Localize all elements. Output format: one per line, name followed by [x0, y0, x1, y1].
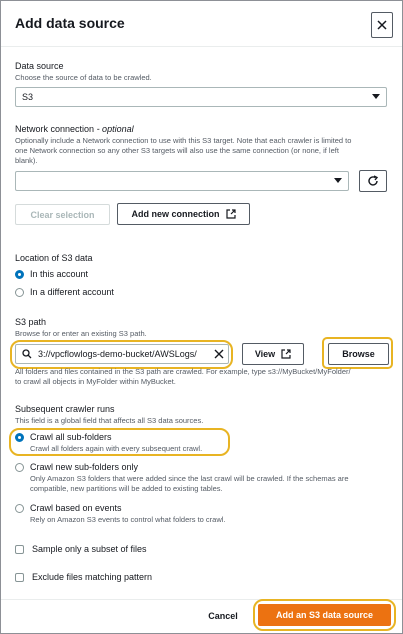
radio-description-line1: Only Amazon S3 folders that were added s…	[30, 474, 349, 483]
checkbox-icon	[15, 572, 24, 582]
s3-path-label: S3 path	[15, 317, 47, 327]
radio-crawl-based-on-events[interactable]: Crawl based on events Rely on Amazon S3 …	[15, 503, 226, 525]
external-link-icon	[225, 209, 236, 219]
network-connection-label-text: Network connection	[15, 124, 95, 134]
chevron-down-icon	[334, 178, 342, 183]
modal-title: Add data source	[15, 15, 125, 31]
subsequent-runs-description: This field is a global field that affect…	[15, 416, 204, 425]
radio-label: Crawl new sub-folders only	[30, 462, 139, 472]
data-source-description: Choose the source of data to be crawled.	[15, 73, 152, 82]
add-new-connection-button[interactable]: Add new connection	[117, 203, 250, 225]
network-connection-label: Network connection - optional	[15, 124, 134, 134]
radio-in-different-account[interactable]: In a different account	[15, 287, 114, 297]
optional-label: - optional	[96, 124, 134, 134]
clear-selection-label: Clear selection	[30, 209, 95, 220]
checkbox-exclude-pattern[interactable]: Exclude files matching pattern	[15, 572, 152, 582]
data-source-value: S3	[22, 92, 34, 102]
external-link-icon	[281, 349, 291, 359]
radio-label: Crawl based on events	[30, 503, 122, 513]
radio-description: Rely on Amazon S3 events to control what…	[30, 515, 226, 524]
data-source-select[interactable]: S3	[15, 87, 387, 107]
crawl-all-highlight	[9, 428, 230, 456]
data-source-label: Data source	[15, 61, 64, 71]
network-description-line2: one Network connection so any other S3 t…	[15, 146, 339, 155]
s3-path-description: Browse for or enter an existing S3 path.	[15, 329, 147, 338]
radio-unchecked-icon	[15, 288, 24, 297]
location-label: Location of S3 data	[15, 253, 93, 263]
browse-highlight	[322, 337, 393, 369]
radio-description-line2: compatible, new partitions will be added…	[30, 484, 223, 493]
radio-in-this-account[interactable]: In this account	[15, 269, 88, 279]
network-description-line1: Optionally include a Network connection …	[15, 136, 352, 145]
s3-path-highlight	[10, 340, 233, 369]
refresh-icon	[368, 175, 379, 186]
cancel-button[interactable]: Cancel	[201, 605, 245, 627]
close-icon	[377, 20, 387, 30]
radio-unchecked-icon	[15, 463, 24, 472]
radio-label: In a different account	[30, 287, 114, 297]
add-new-connection-label: Add new connection	[131, 209, 220, 219]
checkbox-label: Sample only a subset of files	[32, 544, 147, 554]
network-connection-select[interactable]	[15, 171, 349, 191]
clear-selection-button[interactable]: Clear selection	[15, 204, 110, 225]
s3-path-hint-line1: All folders and files contained in the S…	[15, 367, 351, 376]
checkbox-sample-subset[interactable]: Sample only a subset of files	[15, 544, 147, 554]
s3-path-hint-line2: to crawl all objects in MyFolder within …	[15, 377, 176, 386]
modal-header: Add data source	[1, 1, 402, 47]
submit-highlight	[253, 599, 396, 631]
view-button[interactable]: View	[242, 343, 304, 365]
radio-label: In this account	[30, 269, 89, 279]
radio-crawl-new-sub-folders[interactable]: Crawl new sub-folders only Only Amazon S…	[15, 462, 349, 494]
checkbox-icon	[15, 544, 24, 554]
checkbox-label: Exclude files matching pattern	[32, 572, 153, 582]
network-description-line3: blank).	[15, 156, 38, 165]
view-label: View	[254, 349, 276, 359]
radio-checked-icon	[15, 270, 24, 279]
refresh-button[interactable]	[359, 170, 387, 192]
chevron-down-icon	[372, 94, 380, 99]
radio-unchecked-icon	[15, 504, 24, 513]
add-data-source-modal: Add data source Data source Choose the s…	[0, 0, 403, 634]
subsequent-runs-label: Subsequent crawler runs	[15, 404, 115, 414]
close-button[interactable]	[371, 12, 393, 38]
